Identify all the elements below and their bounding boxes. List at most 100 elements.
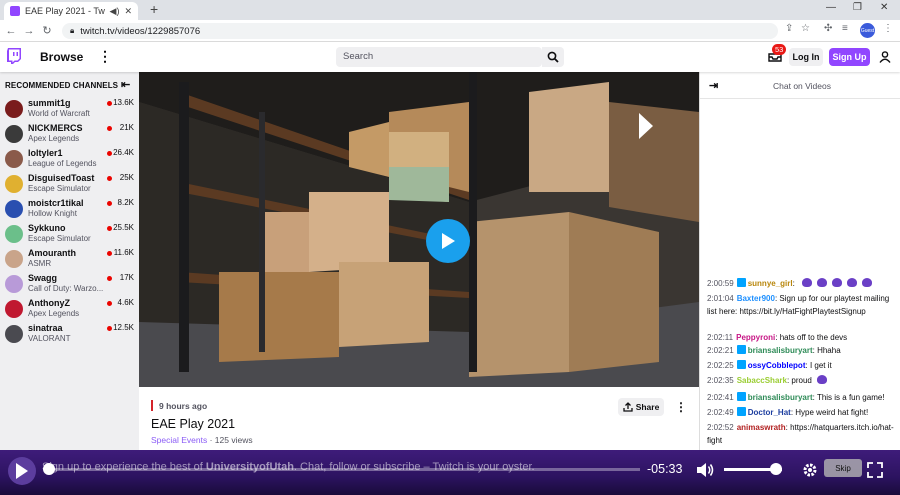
tab-close-button[interactable]: ✕ (124, 6, 132, 17)
share-label: Share (635, 402, 660, 412)
chat-timestamp: 2:02:41 (707, 393, 734, 402)
warehouse-scene-image (139, 72, 699, 387)
channel-item[interactable]: Swagg Call of Duty: Warzo... 17K (4, 272, 136, 297)
url-field[interactable]: 🔒︎ twitch.tv/videos/1229857076 (62, 23, 778, 39)
chat-username[interactable]: briansalisburyart (748, 393, 813, 402)
skip-ad-button[interactable]: Skip (824, 459, 862, 477)
channel-game: Call of Duty: Warzo... (28, 284, 104, 293)
profile-avatar[interactable]: Guest (860, 23, 875, 38)
channel-item[interactable]: sinatraa VALORANT 12.5K (4, 322, 136, 347)
chat-username[interactable]: SabaccShark (737, 376, 787, 385)
channel-item[interactable]: summit1g World of Warcraft 13.6K (4, 97, 136, 122)
more-options-icon[interactable]: ⋮ (98, 48, 112, 65)
chat-panel: ⇥ Chat on Videos 2:00:59 sunnye_girl: 2:0… (699, 72, 900, 450)
channel-item[interactable]: loltyler1 League of Legends 26.4K (4, 147, 136, 172)
play-button[interactable] (426, 219, 470, 263)
channel-item[interactable]: NICKMERCS Apex Legends 21K (4, 122, 136, 147)
channel-game: Escape Simulator (28, 234, 91, 243)
chat-text: proud (791, 376, 812, 385)
chat-timestamp: 2:02:49 (707, 408, 734, 417)
extensions-icon[interactable]: ✣ (824, 23, 832, 34)
chat-header: ⇥ Chat on Videos (700, 72, 900, 99)
chat-username[interactable]: Peppyroni (736, 333, 775, 342)
play-icon (16, 463, 28, 479)
channel-avatar (5, 125, 23, 143)
reading-list-icon[interactable]: ≡ (842, 23, 848, 34)
tab-audio-icon[interactable]: ◀) (110, 6, 120, 17)
video-more-options-icon[interactable]: ⋮ (675, 400, 687, 414)
chat-message: 2:02:41 briansalisburyart: This is a fun … (707, 392, 897, 405)
settings-gear-icon[interactable] (802, 462, 818, 478)
chat-colon: : (792, 279, 798, 288)
chat-text: https://hatquarters.itch.io/hat-fight (707, 423, 894, 445)
chat-username[interactable]: animaswrath (737, 423, 786, 432)
chat-username[interactable]: sunnye_girl (748, 279, 793, 288)
volume-handle[interactable] (770, 463, 783, 475)
chat-username[interactable]: briansalisburyart (748, 346, 813, 355)
chat-text: Hype weird hat fight! (795, 408, 869, 417)
new-tab-button[interactable]: + (150, 1, 158, 17)
channel-avatar (5, 150, 23, 168)
next-video-icon[interactable] (637, 112, 655, 140)
search-button[interactable] (542, 47, 564, 67)
chat-username[interactable]: Baxter900 (737, 294, 775, 303)
browser-menu-icon[interactable]: ⋮ (883, 23, 893, 34)
channel-name: sinatraa (28, 323, 63, 333)
recommended-channels-sidebar: RECOMMENDED CHANNELS ⇤ summit1g World of… (0, 72, 139, 450)
chat-text: Hhaha (817, 346, 841, 355)
share-button[interactable]: Share (618, 398, 664, 416)
player-play-button[interactable] (8, 457, 36, 485)
fullscreen-icon[interactable] (867, 462, 883, 478)
channel-item[interactable]: AnthonyZ Apex Legends 4.6K (4, 297, 136, 322)
notification-badge: 53 (772, 44, 787, 55)
heart-emote-icon (862, 278, 873, 287)
live-indicator-icon (107, 126, 112, 131)
twitch-logo-icon[interactable] (7, 48, 21, 64)
play-icon (442, 233, 455, 249)
prime-badge-icon (736, 278, 746, 287)
login-button[interactable]: Log In (789, 48, 823, 66)
collapse-chat-icon[interactable]: ⇥ (709, 79, 718, 92)
chat-message: 2:02:35 SabaccShark: proud (707, 375, 897, 388)
channel-viewers: 21K (119, 123, 134, 132)
user-icon[interactable] (879, 51, 891, 63)
channel-game: ASMR (28, 259, 52, 268)
channel-game: World of Warcraft (28, 109, 90, 118)
volume-icon[interactable] (696, 462, 714, 478)
back-icon[interactable]: ← (2, 25, 20, 37)
channel-item[interactable]: DisguisedToast Escape Simulator 25K (4, 172, 136, 197)
live-indicator-icon (107, 101, 112, 106)
chat-timestamp: 2:02:25 (707, 361, 734, 370)
chat-timestamp: 2:00:59 (707, 279, 734, 288)
channel-item[interactable]: moistcr1tikal Hollow Knight 8.2K (4, 197, 136, 222)
signup-banner[interactable]: Sign up to experience the best of Univer… (42, 461, 535, 473)
channel-name: Amouranth (28, 248, 76, 258)
chat-username[interactable]: Doctor_Hat (748, 408, 791, 417)
window-close-icon[interactable]: ✕ (880, 2, 888, 13)
category-link[interactable]: Special Events (151, 435, 207, 445)
minimize-icon[interactable]: — (826, 2, 836, 13)
channel-item[interactable]: Sykkuno Escape Simulator 25.5K (4, 222, 136, 247)
bookmark-star-icon[interactable]: ☆ (801, 23, 810, 34)
forward-icon[interactable]: → (20, 25, 38, 37)
channel-item[interactable]: Amouranth ASMR 11.6K (4, 247, 136, 272)
chat-text: This is a fun game! (816, 393, 885, 402)
maximize-icon[interactable]: ❐ (853, 2, 862, 13)
browser-tab[interactable]: EAE Play 2021 - Twitch ◀) ✕ (4, 2, 138, 20)
collapse-sidebar-icon[interactable]: ⇤ (121, 78, 130, 91)
video-meta: Special Events · 125 views (151, 435, 253, 445)
chat-username[interactable]: ossyCobblepot (748, 361, 806, 370)
channel-viewers: 25K (119, 173, 134, 182)
search-input[interactable]: Search (336, 47, 542, 67)
signup-button[interactable]: Sign Up (829, 48, 870, 66)
channel-avatar (5, 275, 23, 293)
reload-icon[interactable]: ↻ (38, 24, 56, 37)
share-page-icon[interactable]: ⇪ (785, 23, 793, 34)
twitch-favicon-icon (10, 6, 20, 16)
channel-viewers: 26.4K (113, 148, 134, 157)
video-info-panel: 9 hours ago EAE Play 2021 Special Events… (139, 387, 699, 450)
video-player[interactable] (139, 72, 699, 387)
banner-prefix: Sign up to experience the best of (42, 461, 206, 473)
chat-message: 2:02:21 briansalisburyart: Hhaha (707, 345, 897, 358)
browse-link[interactable]: Browse (40, 50, 83, 64)
